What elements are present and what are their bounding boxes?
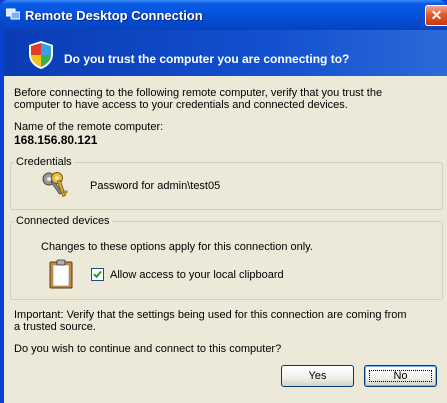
keys-icon bbox=[42, 172, 68, 198]
connected-devices-legend: Connected devices bbox=[16, 215, 110, 227]
important-line-1: Important: Verify that the settings bein… bbox=[14, 309, 407, 321]
credentials-legend: Credentials bbox=[16, 156, 72, 168]
yes-button[interactable]: Yes bbox=[281, 365, 354, 387]
window-title: Remote Desktop Connection bbox=[25, 8, 203, 23]
remote-desktop-icon bbox=[6, 8, 20, 20]
yes-label: Yes bbox=[308, 370, 327, 382]
close-button[interactable]: ✕ bbox=[425, 5, 447, 26]
no-button[interactable]: No bbox=[364, 365, 437, 387]
credentials-text: Password for admin\test05 bbox=[90, 180, 221, 192]
remote-desktop-dialog: Remote Desktop Connection ✕ Do you trust… bbox=[0, 0, 447, 403]
trust-banner: Do you trust the computer you are connec… bbox=[4, 30, 447, 76]
close-icon: ✕ bbox=[430, 7, 443, 23]
checkmark-icon bbox=[93, 270, 102, 279]
security-shield-icon bbox=[29, 41, 53, 69]
connected-devices-group: Connected devices bbox=[10, 215, 443, 300]
continue-question: Do you wish to continue and connect to t… bbox=[14, 343, 282, 355]
focus-rectangle bbox=[369, 370, 432, 382]
devices-note: Changes to these options apply for this … bbox=[41, 241, 313, 253]
credentials-group: Credentials bbox=[10, 156, 443, 210]
important-line-2: a trusted source. bbox=[14, 321, 96, 333]
intro-line-1: Before connecting to the following remot… bbox=[14, 87, 383, 99]
banner-heading: Do you trust the computer you are connec… bbox=[64, 52, 350, 66]
remote-computer-label: Name of the remote computer: bbox=[14, 121, 164, 133]
clipboard-label[interactable]: Allow access to your local clipboard bbox=[110, 269, 284, 281]
clipboard-icon bbox=[49, 259, 73, 289]
dialog-content: Before connecting to the following remot… bbox=[4, 76, 447, 403]
clipboard-checkbox[interactable] bbox=[91, 268, 104, 281]
remote-computer-value: 168.156.80.121 bbox=[14, 133, 98, 147]
intro-line-2: computer to have access to your credenti… bbox=[14, 99, 348, 111]
title-bar[interactable]: Remote Desktop Connection ✕ bbox=[0, 0, 447, 30]
